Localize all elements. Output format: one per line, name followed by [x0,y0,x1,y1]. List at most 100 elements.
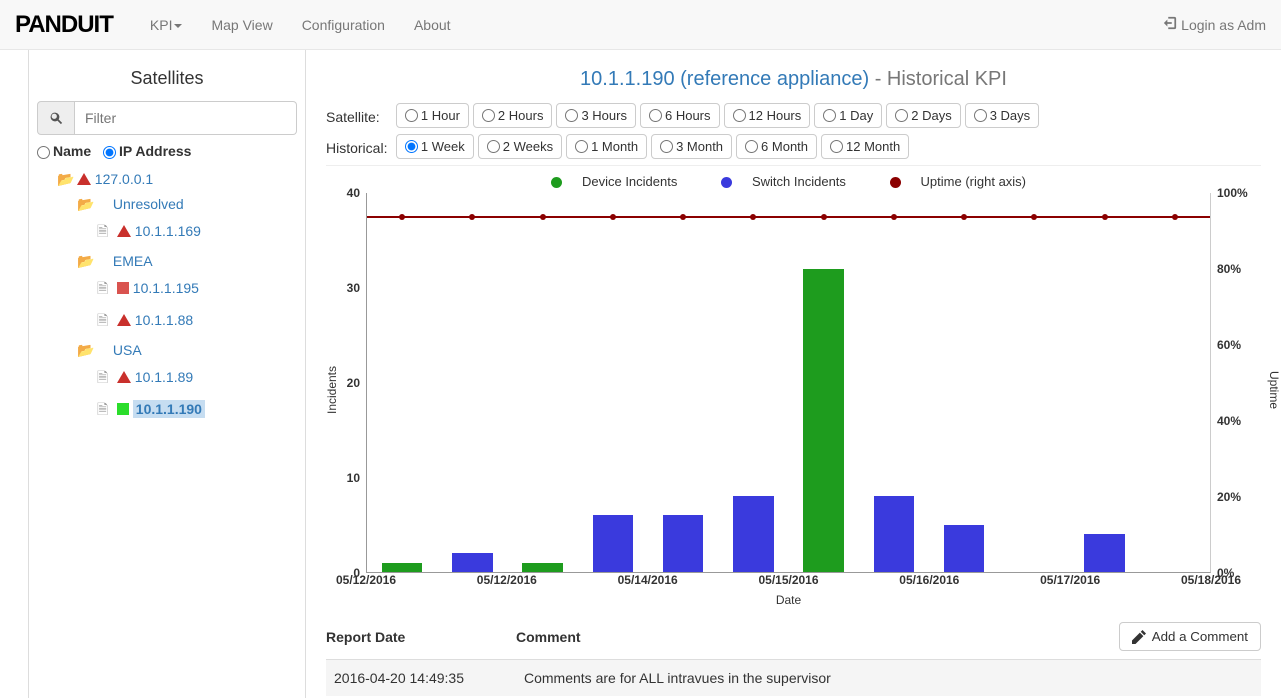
radio-option[interactable]: 6 Month [736,134,817,159]
legend-device[interactable]: Device Incidents [541,174,687,189]
folder-open-icon: 📂 [57,171,73,188]
warning-icon [117,225,131,237]
radio-option[interactable]: 12 Hours [724,103,811,128]
satellite-row: Satellite: 1 Hour2 Hours3 Hours6 Hours12… [326,103,1261,128]
y-axis-right: Uptime 0%20%40%60%80%100% [1211,193,1261,573]
dot-icon [721,177,732,188]
comment-date: 2016-04-20 14:49:35 [334,670,524,686]
sort-name-radio[interactable] [37,146,50,159]
uptime-line [367,216,1210,218]
radio-option[interactable]: 3 Hours [556,103,636,128]
uptime-point [961,214,967,220]
uptime-point [1172,214,1178,220]
file-icon: 🗎 [97,278,113,302]
comment-row: 2016-04-20 14:49:35 Comments are for ALL… [326,659,1261,696]
nav-configuration[interactable]: Configuration [290,2,397,48]
nav-kpi[interactable]: KPI [138,2,195,48]
radio-option[interactable]: 2 Weeks [478,134,562,159]
page-title-suffix: - Historical KPI [869,68,1007,90]
sidebar: Satellites Name IP Address 📂 127.0.0.1 📂… [28,50,306,698]
filter-input[interactable] [75,101,297,135]
page-title: 10.1.1.190 (reference appliance) - Histo… [326,68,1261,91]
file-icon: 🗎 [97,310,113,334]
comments-header: Report Date Comment Add a Comment [326,622,1261,659]
legend-uptime[interactable]: Uptime (right axis) [880,174,1036,189]
nav-about[interactable]: About [402,2,463,48]
tree-item-label: 10.1.1.195 [133,280,199,296]
legend-switch[interactable]: Switch Incidents [711,174,856,189]
radio-option[interactable]: 12 Month [821,134,909,159]
y-axis-left-label: Incidents [325,366,339,414]
uptime-point [610,214,616,220]
radio-option[interactable]: 1 Week [396,134,474,159]
uptime-point [540,214,546,220]
radio-option[interactable]: 1 Day [814,103,882,128]
page-title-link[interactable]: 10.1.1.190 (reference appliance) [580,68,869,90]
bar-switch[interactable] [663,515,704,572]
tree-item-label: 10.1.1.169 [135,223,201,239]
bar-switch[interactable] [733,496,774,572]
tree-group[interactable]: 📂 EMEA [37,249,297,274]
satellite-label: Satellite: [326,109,392,125]
chart-legend: Device Incidents Switch Incidents Uptime… [316,174,1261,189]
login-link[interactable]: Login as Adm [1163,16,1266,33]
uptime-point [821,214,827,220]
uptime-point [680,214,686,220]
bar-switch[interactable] [452,553,493,572]
folder-open-icon: 📂 [77,342,93,359]
warning-icon [77,173,91,185]
historical-row: Historical: 1 Week2 Weeks1 Month3 Month6… [326,134,1261,159]
login-label: Login as Adm [1181,17,1266,33]
tree-item[interactable]: 🗎 10.1.1.89 [37,363,297,395]
search-icon [49,111,63,125]
tree-item-selected[interactable]: 🗎 10.1.1.190 [37,395,297,427]
file-icon: 🗎 [97,367,113,391]
radio-option[interactable]: 3 Month [651,134,732,159]
radio-option[interactable]: 2 Days [886,103,960,128]
bar-device[interactable] [382,563,423,572]
radio-option[interactable]: 2 Hours [473,103,553,128]
bar-switch[interactable] [593,515,634,572]
uptime-point [750,214,756,220]
bar-device[interactable] [803,269,844,572]
folder-open-icon: 📂 [77,253,93,270]
add-comment-button[interactable]: Add a Comment [1119,622,1261,651]
uptime-point [1102,214,1108,220]
tree-item[interactable]: 🗎 10.1.1.169 [37,217,297,249]
radio-option[interactable]: 1 Month [566,134,647,159]
sort-ip-radio[interactable] [103,146,116,159]
dot-icon [890,177,901,188]
tree-item-label: 10.1.1.89 [135,369,193,385]
add-comment-label: Add a Comment [1152,629,1248,644]
content: 10.1.1.190 (reference appliance) - Histo… [306,50,1281,698]
bar-switch[interactable] [1084,534,1125,572]
bar-switch[interactable] [944,525,985,572]
tree-group-label: EMEA [113,253,153,269]
tree-group[interactable]: 📂 USA [37,338,297,363]
navbar: PANDUIT KPI Map View Configuration About… [0,0,1281,50]
radio-option[interactable]: 6 Hours [640,103,720,128]
brand-logo: PANDUIT [15,11,113,39]
sidebar-title: Satellites [29,68,305,89]
x-axis: 05/12/201605/12/201605/14/201605/15/2016… [366,573,1211,591]
radio-option[interactable]: 1 Hour [396,103,469,128]
tree-root[interactable]: 📂 127.0.0.1 [37,167,297,192]
comments-col-date: Report Date [326,629,516,645]
chart: Device Incidents Switch Incidents Uptime… [316,174,1261,604]
tree-item[interactable]: 🗎 10.1.1.88 [37,306,297,338]
search-button[interactable] [37,101,75,135]
tree-item[interactable]: 🗎 10.1.1.195 [37,274,297,306]
sort-row: Name IP Address [29,143,305,167]
y-axis-left: Incidents 010203040 [316,193,366,573]
tree-item-label: 10.1.1.88 [135,312,193,328]
nav-map-view[interactable]: Map View [199,2,284,48]
bar-switch[interactable] [874,496,915,572]
sort-ip-label: IP Address [119,143,191,159]
bar-device[interactable] [522,563,563,572]
x-axis-label: Date [316,593,1261,607]
historical-label: Historical: [326,140,392,156]
tree-group[interactable]: 📂 Unresolved [37,192,297,217]
uptime-point [469,214,475,220]
radio-option[interactable]: 3 Days [965,103,1039,128]
warning-icon [117,314,131,326]
